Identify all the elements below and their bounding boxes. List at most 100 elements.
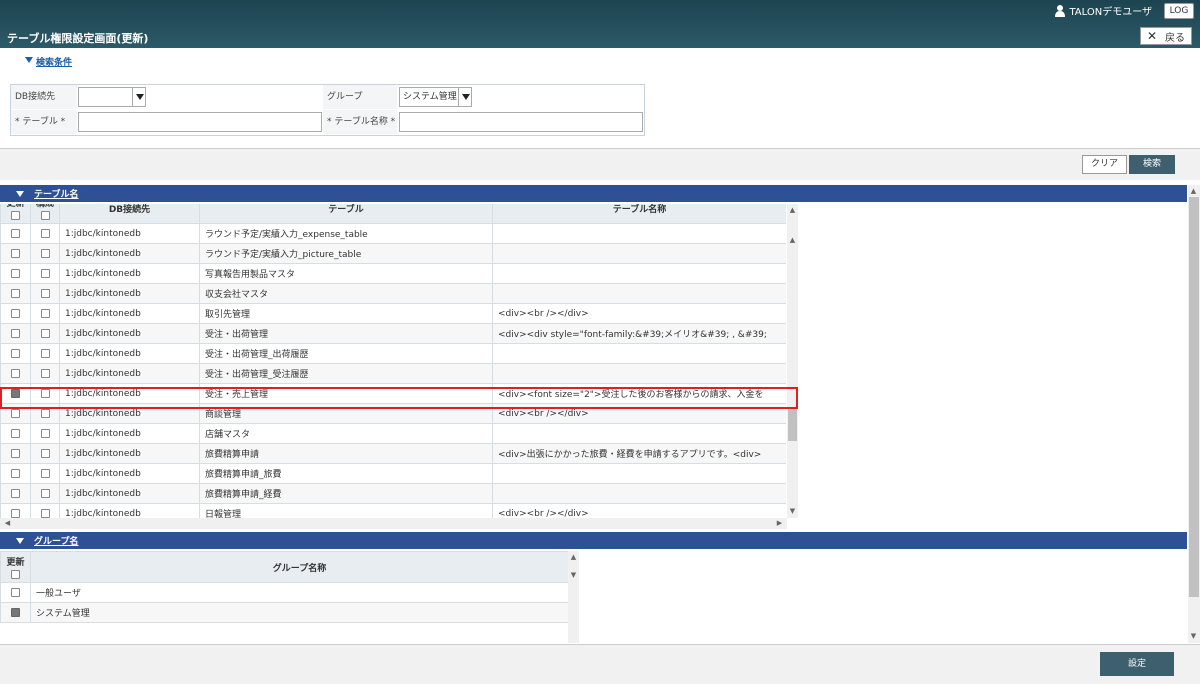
group-update-all-checkbox[interactable]: [11, 570, 20, 579]
table-cell: 旅費精算申請_経費: [199, 483, 493, 504]
update-checkbox[interactable]: [11, 448, 20, 458]
scroll-down-icon[interactable]: ▼: [568, 571, 579, 579]
table-name-cell: <div>出張にかかった旅費・経費を申請するアプリです。<div>: [492, 443, 786, 464]
back-button[interactable]: ✕ 戻る: [1140, 27, 1192, 45]
tables-vertical-scrollbar[interactable]: ▲ ▲ ▼: [787, 204, 798, 518]
search-toolbar: [0, 149, 1200, 180]
table-input[interactable]: [78, 112, 322, 132]
scroll-up-icon[interactable]: ▲: [1188, 187, 1199, 195]
db-select[interactable]: [78, 87, 146, 107]
scroll-up-icon[interactable]: ▲: [568, 553, 579, 561]
table-row[interactable]: 1:jdbc/kintonedb 旅費精算申請 <div>出張にかかった旅費・経費を…: [0, 443, 786, 464]
groups-section-header[interactable]: グループ名: [0, 532, 1187, 549]
table-row[interactable]: 1:jdbc/kintonedb 店舗マスタ: [0, 423, 786, 444]
table-row[interactable]: 1:jdbc/kintonedb 受注・出荷管理 <div><div style="…: [0, 323, 786, 344]
table-name-cell: [492, 283, 786, 304]
config-checkbox[interactable]: [40, 328, 50, 338]
table-name-cell: [492, 463, 786, 484]
config-cell: [30, 443, 60, 464]
config-all-checkbox[interactable]: [40, 211, 50, 220]
config-checkbox[interactable]: [40, 428, 50, 438]
update-checkbox[interactable]: [11, 488, 20, 498]
tables-section-header[interactable]: テーブル名: [0, 185, 1187, 202]
table-cell: 旅費精算申請: [199, 443, 493, 464]
config-checkbox[interactable]: [40, 408, 50, 418]
config-checkbox[interactable]: [40, 488, 50, 498]
update-checkbox[interactable]: [11, 468, 20, 478]
table-row[interactable]: 1:jdbc/kintonedb 取引先管理 <div><br /></div>: [0, 303, 786, 324]
scroll-up-icon[interactable]: ▲: [787, 236, 798, 244]
update-checkbox[interactable]: [11, 328, 20, 338]
table-cell: 写真報告用製品マスタ: [199, 263, 493, 284]
config-checkbox[interactable]: [40, 248, 50, 258]
search-conditions-toggle[interactable]: 検索条件: [25, 55, 72, 68]
scroll-up-icon[interactable]: ▲: [787, 206, 798, 214]
table-row[interactable]: 1:jdbc/kintonedb 旅費精算申請_経費: [0, 483, 786, 504]
db-cell: 1:jdbc/kintonedb: [59, 503, 200, 518]
scroll-right-icon[interactable]: ▶: [774, 519, 785, 527]
top-bar: [0, 0, 1200, 48]
update-checkbox[interactable]: [11, 348, 20, 358]
scroll-thumb[interactable]: [788, 407, 797, 441]
log-button[interactable]: LOG: [1164, 3, 1194, 19]
update-cell: [0, 323, 31, 344]
search-form: DB接続先 グループ システム管理 * テーブル * * テーブル名称 *: [10, 84, 645, 136]
update-all-checkbox[interactable]: [11, 211, 20, 220]
scroll-down-icon[interactable]: ▼: [1188, 632, 1199, 640]
config-checkbox[interactable]: [40, 368, 50, 378]
config-checkbox[interactable]: [40, 308, 50, 318]
scroll-down-icon[interactable]: ▼: [787, 507, 798, 515]
scroll-left-icon[interactable]: ◀: [2, 519, 13, 527]
config-checkbox[interactable]: [40, 468, 50, 478]
update-checkbox[interactable]: [11, 288, 20, 298]
update-checkbox[interactable]: [11, 268, 20, 278]
config-checkbox[interactable]: [40, 348, 50, 358]
update-checkbox[interactable]: [11, 308, 20, 318]
config-header: 構成: [30, 204, 60, 224]
config-checkbox[interactable]: [40, 448, 50, 458]
clear-button[interactable]: クリア: [1082, 155, 1127, 174]
db-cell: 1:jdbc/kintonedb: [59, 443, 200, 464]
table-row[interactable]: 1:jdbc/kintonedb ラウンド予定/実績入力_picture_tabl…: [0, 243, 786, 264]
config-checkbox[interactable]: [40, 268, 50, 278]
tables-grid: 更新 構成 DB接続先 テーブル テーブル名称 1:jdbc/kintonedb…: [0, 204, 786, 518]
table-row[interactable]: 1:jdbc/kintonedb ラウンド予定/実績入力_expense_tabl…: [0, 223, 786, 244]
update-checkbox[interactable]: [11, 368, 20, 378]
update-checkbox[interactable]: [11, 228, 20, 238]
table-row[interactable]: 1:jdbc/kintonedb 写真報告用製品マスタ: [0, 263, 786, 284]
groups-vertical-scrollbar[interactable]: ▲ ▼: [568, 551, 579, 643]
table-name-cell: <div><br /></div>: [492, 503, 786, 518]
page-vertical-scrollbar[interactable]: ▲ ▼: [1188, 185, 1200, 643]
config-cell: [30, 483, 60, 504]
update-checkbox[interactable]: [11, 408, 20, 418]
set-button[interactable]: 設定: [1100, 652, 1174, 676]
group-row[interactable]: 一般ユーザ: [0, 582, 569, 603]
triangle-down-icon: [16, 190, 24, 197]
group-update-header: 更新: [0, 551, 31, 583]
user-name: TALONデモユーザ: [1069, 7, 1152, 18]
page-scroll-thumb[interactable]: [1189, 197, 1199, 597]
search-button[interactable]: 検索: [1129, 155, 1175, 174]
table-row[interactable]: 1:jdbc/kintonedb 受注・出荷管理_受注履歴: [0, 363, 786, 384]
user-icon: [1055, 4, 1066, 17]
table-row[interactable]: 1:jdbc/kintonedb 受注・出荷管理_出荷履歴: [0, 343, 786, 364]
group-select[interactable]: システム管理: [399, 87, 472, 107]
table-row[interactable]: 1:jdbc/kintonedb 旅費精算申請_旅費: [0, 463, 786, 484]
config-cell: [30, 223, 60, 244]
table-name-input[interactable]: [399, 112, 643, 132]
config-checkbox[interactable]: [40, 288, 50, 298]
table-row[interactable]: 1:jdbc/kintonedb 収支会社マスタ: [0, 283, 786, 304]
db-label: DB接続先: [11, 85, 77, 109]
config-cell: [30, 363, 60, 384]
group-update-checkbox[interactable]: [11, 587, 20, 597]
table-row[interactable]: 1:jdbc/kintonedb 日報管理 <div><br /></div>: [0, 503, 786, 518]
group-update-checkbox[interactable]: [11, 607, 20, 617]
update-checkbox[interactable]: [11, 428, 20, 438]
update-checkbox[interactable]: [11, 508, 20, 518]
update-checkbox[interactable]: [11, 248, 20, 258]
group-row[interactable]: システム管理: [0, 602, 569, 623]
config-checkbox[interactable]: [40, 228, 50, 238]
tables-horizontal-scrollbar[interactable]: ◀ ▶: [0, 518, 787, 529]
config-checkbox[interactable]: [40, 508, 50, 518]
update-cell: [0, 343, 31, 364]
